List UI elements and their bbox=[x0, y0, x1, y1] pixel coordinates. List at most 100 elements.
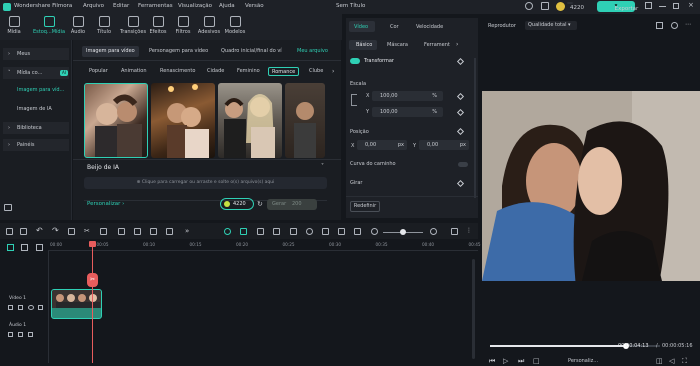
render-icon[interactable] bbox=[273, 228, 280, 235]
chevron-right-icon[interactable]: › bbox=[456, 41, 458, 48]
toolbar-audio[interactable]: Áudio bbox=[66, 16, 90, 35]
video-track-icon[interactable] bbox=[8, 305, 13, 310]
toolbar-stickers[interactable]: Adesivos bbox=[197, 16, 221, 35]
chip-club[interactable]: Clube bbox=[306, 67, 326, 76]
avatar[interactable] bbox=[556, 2, 565, 11]
speed-icon[interactable] bbox=[134, 228, 141, 235]
fullscreen-icon[interactable]: ⛶ bbox=[682, 357, 687, 366]
split-icon[interactable]: ✂ bbox=[84, 228, 91, 235]
effects-tool-icon[interactable] bbox=[354, 228, 361, 235]
keyframe-diamond-icon[interactable] bbox=[456, 92, 465, 101]
generate-button[interactable]: Gerar 200 bbox=[267, 199, 317, 210]
zoom-in-icon[interactable] bbox=[430, 228, 437, 235]
toolbar-templates[interactable]: Modelos bbox=[223, 16, 247, 35]
toolbar-effects[interactable]: Efeitos bbox=[146, 16, 170, 35]
custom-label[interactable]: Personaliz... bbox=[568, 358, 598, 364]
audio-track-icon[interactable] bbox=[8, 332, 13, 337]
customize-link[interactable]: Personalizar › bbox=[87, 201, 124, 207]
add-track-icon[interactable] bbox=[7, 244, 14, 251]
chip-feminine[interactable]: Feminino bbox=[234, 67, 263, 76]
path-curve-toggle[interactable] bbox=[458, 162, 468, 167]
snapshot-icon[interactable] bbox=[656, 22, 663, 29]
chevron-right-icon[interactable]: › bbox=[332, 68, 334, 75]
tab-color[interactable]: Cor bbox=[390, 24, 399, 30]
credits-badge[interactable]: 4220 bbox=[567, 2, 584, 11]
tab-start-end-frame[interactable]: Quadro inicial/final do ví bbox=[217, 46, 292, 57]
folder-icon[interactable] bbox=[4, 204, 12, 211]
microphone-icon[interactable] bbox=[306, 228, 313, 235]
template-thumbnail[interactable] bbox=[151, 83, 215, 158]
chip-popular[interactable]: Popular bbox=[86, 67, 111, 76]
crop-icon[interactable] bbox=[100, 228, 107, 235]
toolbar-filters[interactable]: Filtros bbox=[171, 16, 195, 35]
time-ruler[interactable]: 00:00 00:05 00:10 00:15 00:20 00:25 00:30 00:35… bbox=[48, 239, 481, 251]
audio-tool-icon[interactable] bbox=[166, 228, 173, 235]
upload-dropzone[interactable]: ⊕ Clique para carregar ou arraste e solt… bbox=[84, 177, 327, 189]
video-clip[interactable] bbox=[51, 289, 102, 319]
chevron-down-icon[interactable]: ˅ bbox=[321, 163, 324, 170]
tab-speed[interactable]: Velocidade bbox=[416, 24, 443, 30]
undo-icon[interactable]: ↶ bbox=[36, 227, 43, 235]
position-x-field[interactable]: 0,00 px bbox=[357, 140, 407, 150]
color-icon[interactable] bbox=[150, 228, 157, 235]
shield-icon[interactable] bbox=[290, 228, 297, 235]
snap-icon[interactable] bbox=[240, 228, 247, 235]
subtab-mask[interactable]: Máscara bbox=[387, 42, 408, 48]
stop-icon[interactable]: □ bbox=[533, 357, 540, 365]
chip-renaissance[interactable]: Renascimento bbox=[157, 67, 198, 76]
keyframe-diamond-icon[interactable] bbox=[456, 127, 465, 136]
export-button[interactable]: Exportar ▾ bbox=[597, 1, 638, 12]
link-track-icon[interactable] bbox=[21, 244, 28, 251]
keyframe-diamond-icon[interactable] bbox=[456, 108, 465, 117]
toolbar-transitions[interactable]: Transições bbox=[118, 16, 148, 35]
reset-button[interactable]: Redefinir bbox=[350, 201, 380, 212]
more-tools-icon[interactable]: » bbox=[185, 228, 192, 235]
sidebar-item-ai-image[interactable]: Imagem de IA bbox=[3, 103, 69, 115]
gift-icon[interactable] bbox=[541, 2, 549, 10]
scrollbar[interactable] bbox=[474, 58, 476, 198]
more-icon[interactable]: ⋯ bbox=[685, 21, 691, 28]
keyframe-diamond-icon[interactable] bbox=[456, 179, 465, 188]
sidebar-item-image-to-video[interactable]: Imagem para víd... bbox=[3, 84, 69, 96]
menu-arquivo[interactable]: Arquivo bbox=[83, 3, 104, 9]
transform-toggle[interactable] bbox=[350, 58, 360, 64]
more-vertical-icon[interactable]: ⋮ bbox=[466, 228, 473, 235]
next-frame-icon[interactable]: ⏭ bbox=[518, 357, 524, 366]
tab-image-to-video[interactable]: Imagem para vídeo bbox=[82, 46, 139, 57]
lock-icon[interactable] bbox=[18, 305, 23, 310]
chip-city[interactable]: Cidade bbox=[204, 67, 227, 76]
prev-frame-icon[interactable]: ⏮ bbox=[489, 357, 495, 366]
sidebar-item-panels[interactable]: › Painéis bbox=[3, 139, 69, 151]
quality-select[interactable]: Qualidade total ▾ bbox=[525, 21, 577, 30]
template-thumbnail[interactable] bbox=[285, 83, 325, 158]
minimize-icon[interactable] bbox=[659, 6, 666, 7]
zoom-slider-handle[interactable] bbox=[400, 229, 406, 235]
volume-icon[interactable]: ◁ bbox=[669, 357, 674, 365]
subtab-basic[interactable]: Básico bbox=[356, 42, 372, 48]
menu-versao[interactable]: Versão bbox=[245, 3, 264, 9]
eye-icon[interactable] bbox=[28, 305, 34, 310]
tab-character-to-video[interactable]: Personagem para vídeo bbox=[145, 46, 212, 57]
maximize-icon[interactable] bbox=[673, 3, 679, 9]
marker-icon[interactable] bbox=[257, 228, 264, 235]
sidebar-item-ai-media[interactable]: ˅ Mídia co... AI bbox=[3, 67, 69, 79]
credits-pill[interactable]: 4220 bbox=[220, 198, 254, 210]
ai-tool-icon[interactable] bbox=[224, 228, 231, 235]
timeline-scrollbar[interactable] bbox=[472, 259, 475, 359]
menu-visualizacao[interactable]: Visualização bbox=[178, 3, 212, 9]
lock-icon[interactable] bbox=[18, 332, 23, 337]
subtab-tools[interactable]: Ferramenta bbox=[424, 42, 450, 48]
playhead-handle[interactable] bbox=[89, 241, 96, 247]
template-thumbnail[interactable] bbox=[84, 83, 148, 158]
chip-animation[interactable]: Animation bbox=[118, 67, 150, 76]
play-icon[interactable]: ▷ bbox=[503, 357, 508, 365]
split-marker-icon[interactable]: ✂ bbox=[87, 273, 98, 287]
close-icon[interactable]: × bbox=[688, 1, 694, 9]
layout-icon[interactable] bbox=[645, 2, 652, 9]
image-icon[interactable] bbox=[338, 228, 345, 235]
menu-editar[interactable]: Editar bbox=[113, 3, 129, 9]
grid-view-icon[interactable] bbox=[451, 228, 458, 235]
settings-icon[interactable] bbox=[671, 22, 678, 29]
link-icon[interactable] bbox=[351, 94, 357, 106]
refresh-icon[interactable]: ↻ bbox=[257, 200, 263, 208]
